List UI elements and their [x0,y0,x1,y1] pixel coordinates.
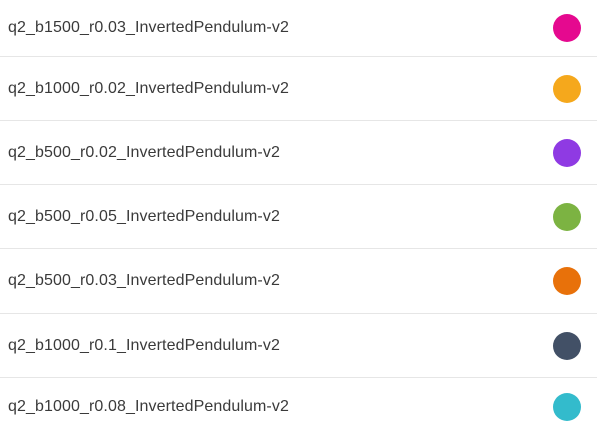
run-list-item[interactable]: q2_b1000_r0.08_InvertedPendulum-v2 [0,378,597,435]
run-list: q2_b1500_r0.03_InvertedPendulum-v2 q2_b1… [0,0,597,435]
run-label: q2_b1000_r0.02_InvertedPendulum-v2 [8,79,289,97]
run-list-item[interactable]: q2_b1000_r0.1_InvertedPendulum-v2 [0,314,597,378]
run-color-swatch[interactable] [553,392,581,421]
run-color-swatch[interactable] [553,14,581,42]
run-label: q2_b1000_r0.08_InvertedPendulum-v2 [8,397,289,415]
run-color-swatch[interactable] [553,138,581,167]
run-color-swatch[interactable] [553,331,581,360]
run-list-item[interactable]: q2_b1500_r0.03_InvertedPendulum-v2 [0,0,597,57]
run-list-item[interactable]: q2_b500_r0.02_InvertedPendulum-v2 [0,121,597,185]
run-color-swatch[interactable] [553,202,581,231]
run-label: q2_b1000_r0.1_InvertedPendulum-v2 [8,336,280,354]
run-list-item[interactable]: q2_b1000_r0.02_InvertedPendulum-v2 [0,57,597,121]
run-list-item[interactable]: q2_b500_r0.03_InvertedPendulum-v2 [0,249,597,314]
run-color-swatch[interactable] [553,267,581,295]
run-label: q2_b1500_r0.03_InvertedPendulum-v2 [8,19,289,36]
run-label: q2_b500_r0.05_InvertedPendulum-v2 [8,207,280,225]
run-list-item[interactable]: q2_b500_r0.05_InvertedPendulum-v2 [0,185,597,249]
run-label: q2_b500_r0.02_InvertedPendulum-v2 [8,143,280,161]
run-color-swatch[interactable] [553,74,581,103]
run-label: q2_b500_r0.03_InvertedPendulum-v2 [8,272,280,289]
